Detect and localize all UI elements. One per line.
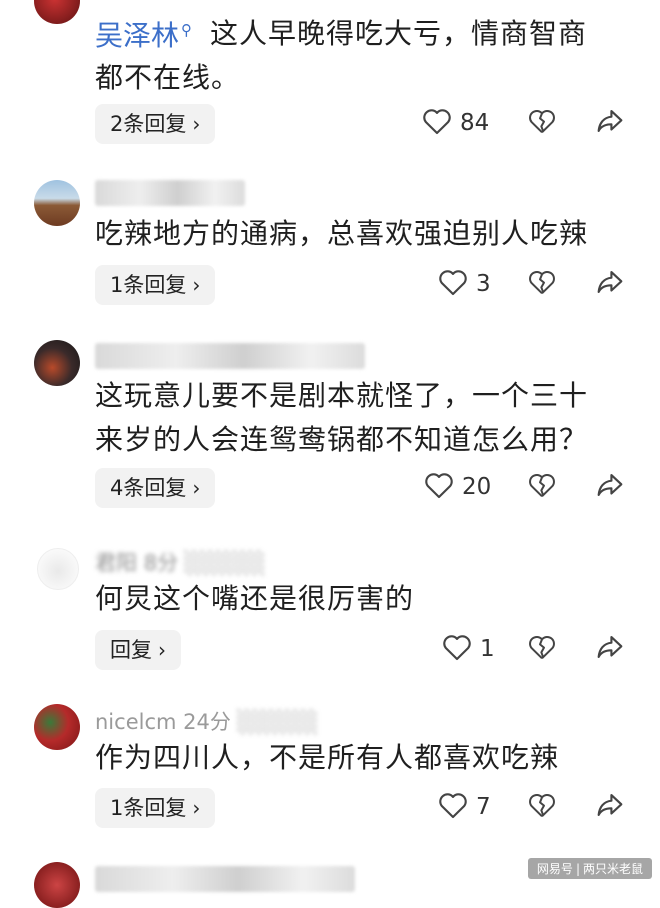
chevron-right-icon: › [192, 476, 201, 500]
comment-meta-blurred: ░░░░░ [184, 551, 266, 575]
reply-count-label: 4条回复 [110, 476, 187, 500]
like-button[interactable]: 20 [422, 468, 491, 508]
like-count: 20 [462, 474, 492, 500]
heart-outline-icon [439, 793, 467, 819]
heart-outline-icon [425, 473, 453, 499]
avatar[interactable] [34, 340, 80, 386]
comment-text: 这玩意儿要不是剧本就怪了，一个三十 来岁的人会连鸳鸯锅都不知道怎么用？ [95, 374, 635, 462]
comment-meta-blurred [95, 180, 245, 206]
share-button[interactable] [593, 104, 627, 144]
like-count: 1 [480, 636, 495, 662]
watermark: 网易号 | 两只米老鼠 [527, 858, 652, 879]
comment-text-line: 来岁的人会连鸳鸯锅都不知道怎么用？ [95, 423, 589, 456]
share-arrow-icon [597, 474, 623, 496]
comment-text-line: 都不在线。 [95, 61, 241, 94]
dislike-button[interactable] [526, 468, 558, 508]
comment-meta: nicelcm 24分 ░░░░░ [95, 706, 318, 736]
dislike-button[interactable] [526, 104, 558, 144]
reply-count-label: 1条回复 [110, 273, 187, 297]
avatar[interactable] [37, 548, 79, 590]
view-replies-button[interactable]: 2条回复 › [95, 104, 216, 144]
comment-time: 8分 [143, 551, 179, 575]
avatar[interactable] [34, 180, 80, 226]
comment-meta: 君阳 8分 ░░░░░ [95, 547, 266, 577]
like-button[interactable]: 84 [420, 104, 489, 144]
like-count: 3 [476, 271, 491, 297]
heart-outline-icon [439, 270, 467, 296]
heart-outline-icon [423, 109, 451, 135]
chevron-right-icon: › [192, 112, 201, 136]
chevron-right-icon: › [158, 638, 166, 662]
commenter-name[interactable]: 君阳 [95, 551, 137, 575]
comment-text-line: 作为四川人，不是所有人都喜欢吃辣 [95, 741, 560, 774]
share-arrow-icon [597, 794, 623, 816]
view-replies-button[interactable]: 1条回复 › [95, 788, 216, 828]
like-count: 84 [460, 110, 490, 136]
like-button[interactable]: 3 [436, 265, 491, 305]
like-count: 7 [476, 794, 491, 820]
watermark-right: 两只米老鼠 [582, 862, 643, 876]
share-button[interactable] [593, 265, 627, 305]
broken-heart-icon [529, 270, 555, 295]
comment-text: 这人早晚得吃大亏，情商智商 都不在线。 [95, 12, 635, 100]
like-button[interactable]: 7 [436, 788, 491, 828]
share-arrow-icon [597, 110, 623, 132]
reply-button[interactable]: 回复 › [95, 630, 181, 670]
comment-text-line: 这玩意儿要不是剧本就怪了，一个三十 [95, 379, 589, 412]
share-button[interactable] [593, 630, 627, 670]
comment-time: 24分 [183, 710, 231, 734]
comment-meta-blurred [95, 866, 355, 892]
share-arrow-icon [597, 636, 623, 658]
dislike-button[interactable] [526, 630, 558, 670]
broken-heart-icon [529, 473, 555, 498]
reply-label: 回复 [110, 638, 152, 662]
watermark-left: 网易号 [536, 862, 573, 876]
dislike-button[interactable] [526, 265, 558, 305]
reply-count-label: 1条回复 [110, 796, 187, 820]
comment-text-line: 何炅这个嘴还是很厉害的 [95, 582, 415, 615]
broken-heart-icon [529, 109, 555, 134]
view-replies-button[interactable]: 1条回复 › [95, 265, 216, 305]
comment-text: 作为四川人，不是所有人都喜欢吃辣 [95, 736, 635, 780]
comment-meta-blurred: ░░░░░ [237, 710, 319, 734]
broken-heart-icon [529, 793, 555, 818]
avatar[interactable] [34, 862, 80, 908]
avatar[interactable] [34, 704, 80, 750]
dislike-button[interactable] [526, 788, 558, 828]
like-button[interactable]: 1 [440, 630, 495, 670]
avatar[interactable] [34, 0, 80, 24]
comment-text-line: 吃辣地方的通病，总喜欢强迫别人吃辣 [95, 217, 589, 250]
reply-count-label: 2条回复 [110, 112, 187, 136]
comment-meta-blurred [95, 343, 365, 369]
share-arrow-icon [597, 271, 623, 293]
heart-outline-icon [443, 635, 471, 661]
comment-text: 何炅这个嘴还是很厉害的 [95, 577, 635, 621]
share-button[interactable] [593, 788, 627, 828]
comment-text: 吃辣地方的通病，总喜欢强迫别人吃辣 [95, 212, 635, 256]
view-replies-button[interactable]: 4条回复 › [95, 468, 216, 508]
share-button[interactable] [593, 468, 627, 508]
comment-text-line: 这人早晚得吃大亏，情商智商 [210, 17, 588, 50]
chevron-right-icon: › [192, 273, 201, 297]
commenter-name[interactable]: nicelcm [95, 710, 176, 734]
chevron-right-icon: › [192, 796, 201, 820]
broken-heart-icon [529, 635, 555, 660]
